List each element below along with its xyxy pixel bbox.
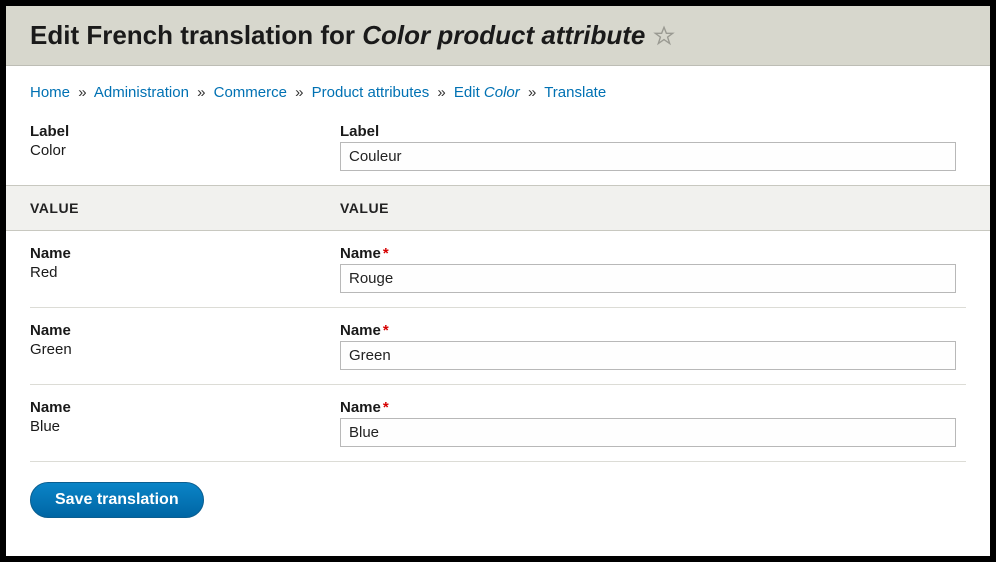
value-source-name-label: Name [30, 245, 340, 262]
name-text: Name [340, 399, 381, 416]
submit-row: Save translation [30, 482, 966, 518]
values-header-right: VALUE [340, 200, 389, 216]
value-source-name: Red [30, 264, 340, 281]
breadcrumb-sep: » [78, 84, 86, 101]
page-title: Edit French translation for Color produc… [30, 20, 645, 51]
breadcrumb-home[interactable]: Home [30, 84, 70, 101]
target-label-input[interactable] [340, 142, 956, 171]
breadcrumb-edit-color[interactable]: Edit Color [454, 84, 520, 101]
breadcrumb-sep: » [437, 84, 445, 101]
breadcrumb-commerce[interactable]: Commerce [214, 84, 287, 101]
star-icon[interactable] [653, 25, 675, 47]
value-target: Name* [340, 322, 966, 370]
breadcrumb-edit-prefix: Edit [454, 84, 484, 101]
value-row: Name Red Name* [30, 231, 966, 308]
source-label-heading: Label [30, 123, 340, 140]
breadcrumb-sep: » [528, 84, 536, 101]
value-source-name-label: Name [30, 399, 340, 416]
value-target-name-label: Name* [340, 245, 956, 262]
breadcrumb: Home » Administration » Commerce » Produ… [30, 84, 966, 101]
label-row: Label Color Label [30, 123, 966, 171]
breadcrumb-product-attributes[interactable]: Product attributes [312, 84, 430, 101]
name-text: Name [340, 245, 381, 262]
save-translation-button[interactable]: Save translation [30, 482, 204, 518]
page-title-em: Color product attribute [362, 20, 645, 50]
value-target-input[interactable] [340, 418, 956, 447]
name-text: Name [340, 322, 381, 339]
breadcrumb-sep: » [295, 84, 303, 101]
target-label-heading: Label [340, 123, 956, 140]
source-label-value: Color [30, 142, 340, 159]
required-mark: * [383, 322, 389, 339]
label-source: Label Color [30, 123, 340, 171]
value-row: Name Green Name* [30, 308, 966, 385]
breadcrumb-edit-em: Color [484, 84, 520, 101]
required-mark: * [383, 245, 389, 262]
value-target-input[interactable] [340, 341, 956, 370]
value-row: Name Blue Name* [30, 385, 966, 462]
value-source-name: Blue [30, 418, 340, 435]
value-source: Name Red [30, 245, 340, 293]
value-target-name-label: Name* [340, 399, 956, 416]
content: Home » Administration » Commerce » Produ… [6, 66, 990, 536]
value-source: Name Blue [30, 399, 340, 447]
value-target-input[interactable] [340, 264, 956, 293]
required-mark: * [383, 399, 389, 416]
breadcrumb-administration[interactable]: Administration [94, 84, 189, 101]
values-header-left: VALUE [30, 200, 340, 216]
value-source-name: Green [30, 341, 340, 358]
value-source-name-label: Name [30, 322, 340, 339]
value-target: Name* [340, 399, 966, 447]
value-target: Name* [340, 245, 966, 293]
breadcrumb-translate[interactable]: Translate [544, 84, 606, 101]
page-header: Edit French translation for Color produc… [6, 6, 990, 66]
breadcrumb-sep: » [197, 84, 205, 101]
page-title-prefix: Edit French translation for [30, 20, 362, 50]
values-header: VALUE VALUE [6, 185, 990, 231]
page: Edit French translation for Color produc… [6, 6, 990, 556]
value-source: Name Green [30, 322, 340, 370]
value-target-name-label: Name* [340, 322, 956, 339]
label-target: Label [340, 123, 966, 171]
